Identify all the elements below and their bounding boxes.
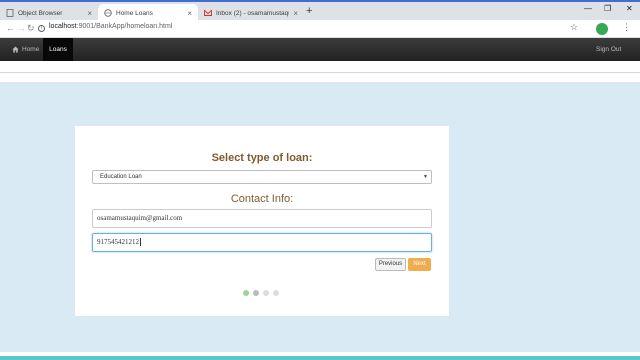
step-dot xyxy=(273,290,279,296)
url-path: :9001/BankApp/homeloan.html xyxy=(76,23,173,30)
forward-icon[interactable]: → xyxy=(17,23,26,33)
phone-value: 917545421212 xyxy=(97,238,139,246)
close-tab-icon[interactable]: × xyxy=(87,9,92,18)
step-dot xyxy=(263,290,269,296)
close-window-icon[interactable]: ✕ xyxy=(626,4,633,13)
close-tab-icon[interactable]: × xyxy=(187,9,192,18)
menu-icon[interactable]: ⋮ xyxy=(622,22,631,33)
loan-form-card: Select type of loan: Education Loan ▼ Co… xyxy=(75,126,449,316)
url-field[interactable]: localhost:9001/BankApp/homeloan.html xyxy=(49,23,172,30)
document-icon xyxy=(6,9,14,17)
url-host: localhost xyxy=(49,23,77,30)
avatar[interactable] xyxy=(596,23,608,35)
sub-header-bar xyxy=(0,61,640,73)
address-bar: ← → ↻ i localhost:9001/BankApp/homeloan.… xyxy=(0,20,640,38)
footer-line xyxy=(0,356,640,360)
next-button-label: Next xyxy=(413,261,426,267)
tab-label: Home Loans xyxy=(116,9,153,17)
step-indicator xyxy=(243,290,279,296)
back-icon[interactable]: ← xyxy=(6,23,15,33)
step-dot xyxy=(253,290,259,296)
star-icon[interactable]: ☆ xyxy=(570,22,578,33)
chevron-down-icon: ▼ xyxy=(423,174,428,180)
home-icon xyxy=(12,46,19,53)
step-dot xyxy=(243,290,249,296)
email-value: osamamustaquim@gmail.com xyxy=(97,214,183,222)
nav-home[interactable]: Home xyxy=(6,38,45,61)
site-info-icon[interactable]: i xyxy=(38,25,45,32)
tab-label: Object Browser xyxy=(18,9,63,17)
previous-button-label: Previous xyxy=(378,261,403,267)
sign-out-link[interactable]: Sign Out xyxy=(596,38,621,61)
nav-loans-label: Loans xyxy=(49,46,67,53)
phone-field[interactable]: 917545421212 xyxy=(92,233,432,252)
text-cursor xyxy=(140,238,141,247)
tab-label: Inbox (2) - osamamustaquim@g xyxy=(216,9,289,17)
close-tab-icon[interactable]: × xyxy=(293,9,298,18)
globe-icon xyxy=(104,9,112,17)
sign-out-label: Sign Out xyxy=(596,46,622,53)
gmail-icon xyxy=(204,9,212,17)
loan-type-select[interactable]: Education Loan ▼ xyxy=(92,170,432,184)
reload-icon[interactable]: ↻ xyxy=(27,23,35,34)
email-field[interactable]: osamamustaquim@gmail.com xyxy=(92,209,432,228)
minimize-icon[interactable]: — xyxy=(584,4,592,13)
app-navbar: Home Loans Sign Out xyxy=(0,38,640,61)
browser-tab-strip: Object Browser × Home Loans × Inbox (2) … xyxy=(0,0,640,22)
nav-home-label: Home xyxy=(22,46,40,53)
new-tab-icon[interactable]: + xyxy=(306,5,312,17)
nav-loans[interactable]: Loans xyxy=(43,38,73,61)
contact-info-title: Contact Info: xyxy=(230,193,294,205)
next-button[interactable]: Next xyxy=(408,258,431,271)
loan-type-value: Education Loan xyxy=(100,174,142,180)
previous-button[interactable]: Previous xyxy=(375,258,406,271)
loan-type-title: Select type of loan: xyxy=(211,152,313,164)
maximize-icon[interactable]: ❐ xyxy=(604,4,611,13)
